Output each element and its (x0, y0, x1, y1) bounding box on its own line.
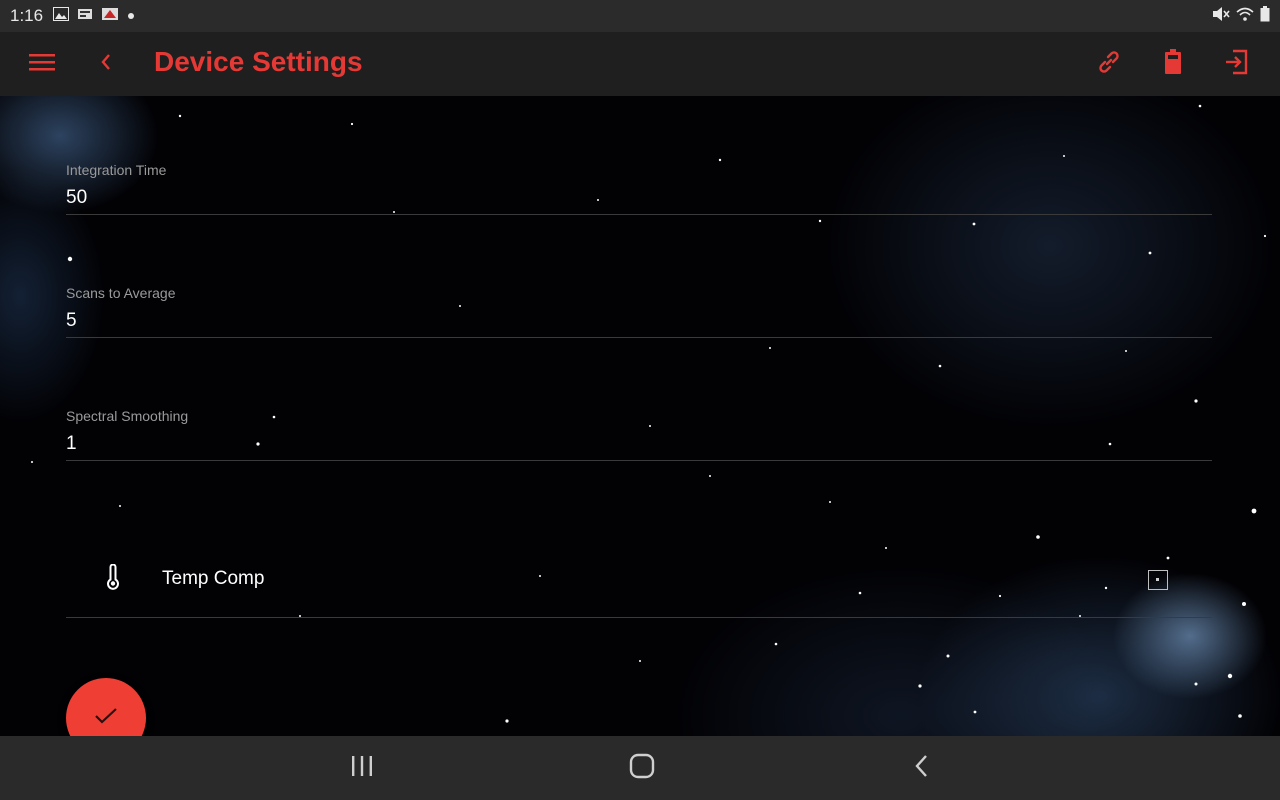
back-arrow-icon (100, 53, 112, 76)
scans-to-average-input[interactable] (66, 309, 1214, 336)
image-notification-icon (53, 6, 70, 26)
app-notification-icon-2 (101, 7, 119, 26)
back-button[interactable] (82, 40, 130, 88)
temp-comp-label: Temp Comp (162, 568, 265, 589)
spectral-smoothing-field[interactable]: Spectral Smoothing (66, 408, 1214, 461)
integration-time-input[interactable] (66, 186, 1214, 213)
app-bar: Device Settings (0, 32, 1280, 96)
temp-comp-checkbox[interactable] (1148, 570, 1168, 590)
home-button[interactable] (618, 748, 666, 788)
battery-button[interactable] (1149, 40, 1197, 88)
settings-content: Integration Time Scans to Average Spectr… (0, 96, 1280, 736)
wifi-icon (1236, 7, 1254, 26)
integration-time-field[interactable]: Integration Time (66, 162, 1214, 215)
link-button[interactable] (1085, 40, 1133, 88)
status-bar: 1:16 (0, 0, 1280, 32)
spectral-smoothing-input[interactable] (66, 432, 1214, 459)
spectral-smoothing-label: Spectral Smoothing (66, 408, 189, 424)
dot-icon (127, 7, 135, 25)
temp-comp-row[interactable]: Temp Comp (66, 536, 1212, 618)
status-right (1212, 5, 1270, 27)
navigation-bar (0, 736, 1280, 800)
logout-button[interactable] (1212, 40, 1260, 88)
screen: 1:16 Device Settings Integration Time 50… (0, 0, 1280, 800)
app-notification-icon (77, 7, 93, 26)
recents-icon (350, 755, 374, 782)
battery-icon (1165, 48, 1181, 80)
home-icon (629, 753, 655, 784)
menu-button[interactable] (18, 40, 66, 88)
link-icon (1096, 49, 1122, 80)
scans-to-average-label: Scans to Average (66, 285, 176, 301)
scans-to-average-field[interactable]: Scans to Average (66, 285, 1214, 338)
recents-button[interactable] (338, 748, 386, 788)
thermometer-icon (106, 563, 120, 595)
status-time: 1:16 (10, 6, 44, 25)
page-title: Device Settings (154, 46, 363, 77)
checkmark-icon (94, 707, 118, 730)
mute-icon (1212, 6, 1230, 27)
menu-icon (29, 52, 55, 77)
integration-time-label: Integration Time (66, 162, 167, 178)
logout-icon (1223, 49, 1249, 80)
system-back-button[interactable] (898, 748, 946, 788)
back-icon (914, 754, 930, 783)
battery-icon (1260, 5, 1270, 27)
